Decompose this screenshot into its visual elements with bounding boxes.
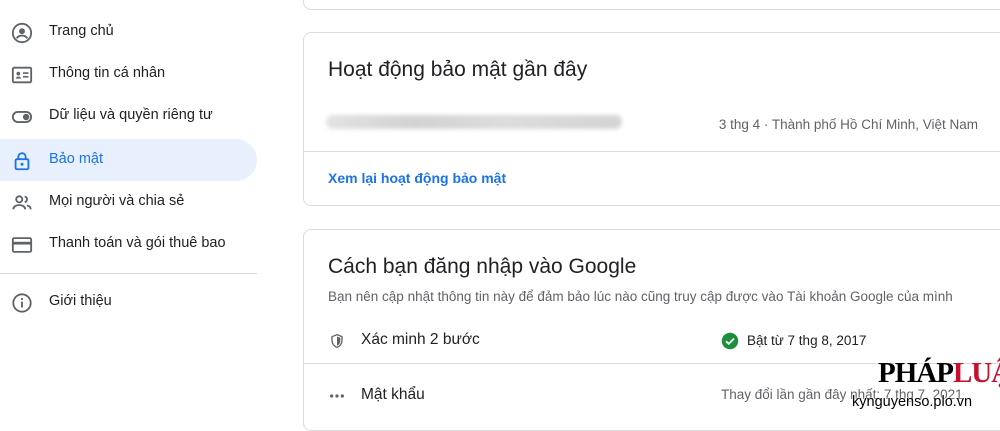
sidebar-item-personal-info[interactable]: Thông tin cá nhân <box>0 53 257 95</box>
password-label: Mật khẩu <box>361 386 425 403</box>
lock-icon <box>11 150 33 172</box>
blurred-activity-text <box>326 115 622 129</box>
review-security-activity-link[interactable]: Xem lại hoạt động bảo mật <box>328 170 506 186</box>
credit-card-icon <box>11 234 33 256</box>
sidebar-item-people-sharing[interactable]: Mọi người và chia sẻ <box>0 181 257 223</box>
sidebar-item-security[interactable]: Bảo mật <box>0 139 257 181</box>
section-subtitle: Bạn nên cập nhật thông tin này để đảm bả… <box>328 289 953 304</box>
section-title: Cách bạn đăng nhập vào Google <box>328 255 637 278</box>
two-step-label: Xác minh 2 bước <box>361 331 480 348</box>
account-circle-icon <box>11 22 33 44</box>
sidebar-nav: Trang chủ Thông tin cá nhân Dữ liệu và q… <box>0 0 258 417</box>
watermark-logo-part: LUẬT <box>952 357 1000 389</box>
watermark-logo-part: PHÁP <box>878 357 954 389</box>
two-step-status: Bật từ 7 thg 8, 2017 <box>747 333 867 348</box>
previous-card <box>303 0 1000 10</box>
sidebar-item-about[interactable]: Giới thiệu <box>0 281 257 323</box>
sidebar-item-label: Thông tin cá nhân <box>49 65 166 81</box>
toggle-icon <box>11 106 33 128</box>
password-dots-icon <box>329 388 345 404</box>
shield-icon <box>329 333 345 349</box>
watermark-logo: PHÁPLUẬT <box>878 356 1000 390</box>
sidebar-item-label: Trang chủ <box>49 23 114 39</box>
check-circle-icon <box>721 332 739 350</box>
sidebar-item-label: Mọi người và chia sẻ <box>49 193 185 209</box>
sidebar-item-label: Giới thiệu <box>49 293 112 309</box>
people-icon <box>11 192 33 214</box>
id-card-icon <box>11 64 33 86</box>
sidebar-item-label: Bảo mật <box>49 151 103 167</box>
card-divider <box>304 151 1000 152</box>
sidebar-item-home[interactable]: Trang chủ <box>0 11 257 53</box>
security-activity-card: Hoạt động bảo mật gần đây 3 thg 4 · Thàn… <box>303 32 1000 206</box>
info-icon <box>11 292 33 314</box>
sidebar-item-payments[interactable]: Thanh toán và gói thuê bao <box>0 223 257 265</box>
sidebar-item-data-privacy[interactable]: Dữ liệu và quyền riêng tư <box>0 95 257 137</box>
section-title: Hoạt động bảo mật gần đây <box>328 58 588 81</box>
watermark-url: kynguyenso.plo.vn <box>852 394 973 410</box>
activity-meta: 3 thg 4 · Thành phố Hồ Chí Minh, Việt Na… <box>718 117 978 132</box>
sidebar-item-label: Thanh toán và gói thuê bao <box>49 235 226 251</box>
sidebar-item-label: Dữ liệu và quyền riêng tư <box>49 107 213 123</box>
sidebar-divider <box>0 273 257 274</box>
